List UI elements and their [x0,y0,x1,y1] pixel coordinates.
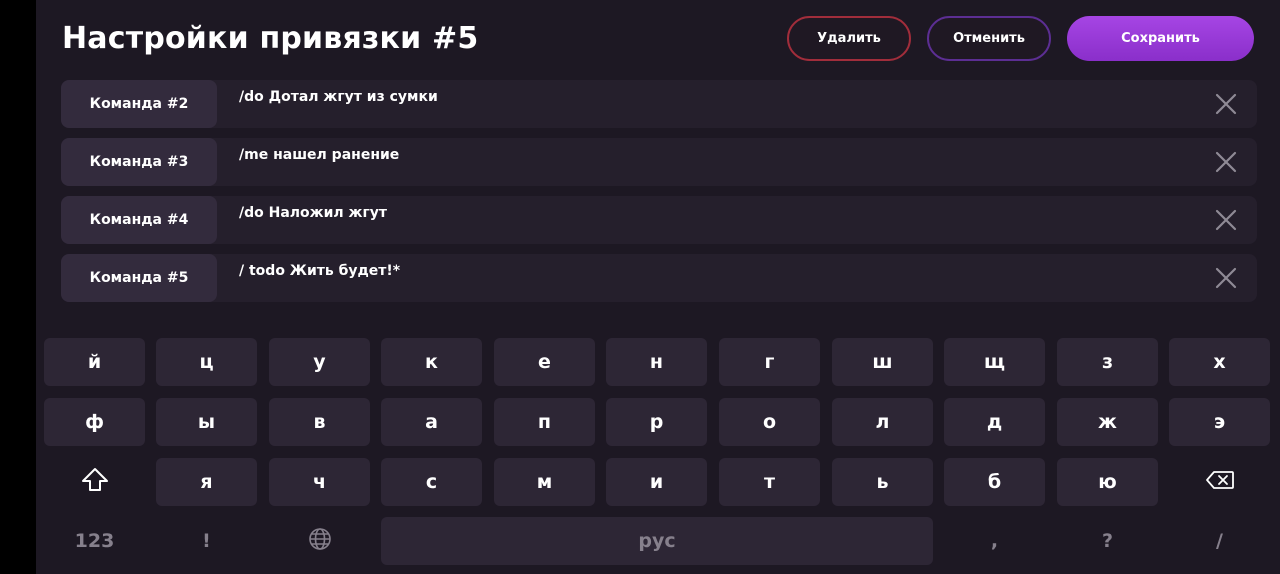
numbers-key[interactable]: 123 [44,517,145,565]
key[interactable]: м [494,458,595,506]
key[interactable]: н [606,338,707,386]
command-label: Команда #5 [61,254,217,302]
key[interactable]: о [719,398,820,446]
command-label: Команда #4 [61,196,217,244]
globe-icon [308,527,332,556]
key[interactable]: я [156,458,257,506]
shift-icon [81,467,109,498]
key[interactable]: й [44,338,145,386]
close-icon[interactable] [1215,209,1237,231]
key[interactable]: ж [1057,398,1158,446]
key[interactable]: с [381,458,482,506]
key[interactable]: ц [156,338,257,386]
key[interactable]: ш [832,338,933,386]
key[interactable]: д [944,398,1045,446]
key[interactable]: з [1057,338,1158,386]
command-row: Команда #3 /me нашел ранение [61,138,1257,186]
key[interactable]: а [381,398,482,446]
key[interactable]: ь [832,458,933,506]
key[interactable]: ч [269,458,370,506]
exclamation-key[interactable]: ! [156,517,257,565]
page-title: Настройки привязки #5 [62,21,479,56]
key[interactable]: ю [1057,458,1158,506]
command-input[interactable]: /do Наложил жгут [239,205,387,221]
close-icon[interactable] [1215,151,1237,173]
shift-key[interactable] [44,458,145,506]
command-label: Команда #3 [61,138,217,186]
key[interactable]: г [719,338,820,386]
key[interactable]: в [269,398,370,446]
command-label: Команда #2 [61,80,217,128]
key[interactable]: т [719,458,820,506]
key[interactable]: и [606,458,707,506]
command-row: Команда #2 /do Дотал жгут из сумки [61,80,1257,128]
key[interactable]: щ [944,338,1045,386]
question-key[interactable]: ? [1057,517,1158,565]
key[interactable]: х [1169,338,1270,386]
key[interactable]: л [832,398,933,446]
command-row: Команда #4 /do Наложил жгут [61,196,1257,244]
key[interactable]: п [494,398,595,446]
key[interactable]: к [381,338,482,386]
command-input[interactable]: / todo Жить будет!* [239,263,400,279]
cancel-button[interactable]: Отменить [927,16,1051,61]
key[interactable]: ф [44,398,145,446]
comma-key[interactable]: , [944,517,1045,565]
command-row: Команда #5 / todo Жить будет!* [61,254,1257,302]
key[interactable]: ы [156,398,257,446]
backspace-key[interactable] [1169,458,1270,506]
slash-key[interactable]: / [1169,517,1270,565]
close-icon[interactable] [1215,267,1237,289]
delete-button[interactable]: Удалить [787,16,911,61]
binding-settings-screen: Настройки привязки #5 Удалить Отменить С… [36,0,1280,574]
key[interactable]: б [944,458,1045,506]
key[interactable]: е [494,338,595,386]
language-key[interactable] [269,517,370,565]
command-input[interactable]: /do Дотал жгут из сумки [239,89,438,105]
command-input[interactable]: /me нашел ранение [239,147,399,163]
backspace-icon [1205,470,1235,495]
key[interactable]: э [1169,398,1270,446]
key[interactable]: у [269,338,370,386]
close-icon[interactable] [1215,93,1237,115]
space-key[interactable]: рус [381,517,933,565]
key[interactable]: р [606,398,707,446]
save-button[interactable]: Сохранить [1067,16,1254,61]
